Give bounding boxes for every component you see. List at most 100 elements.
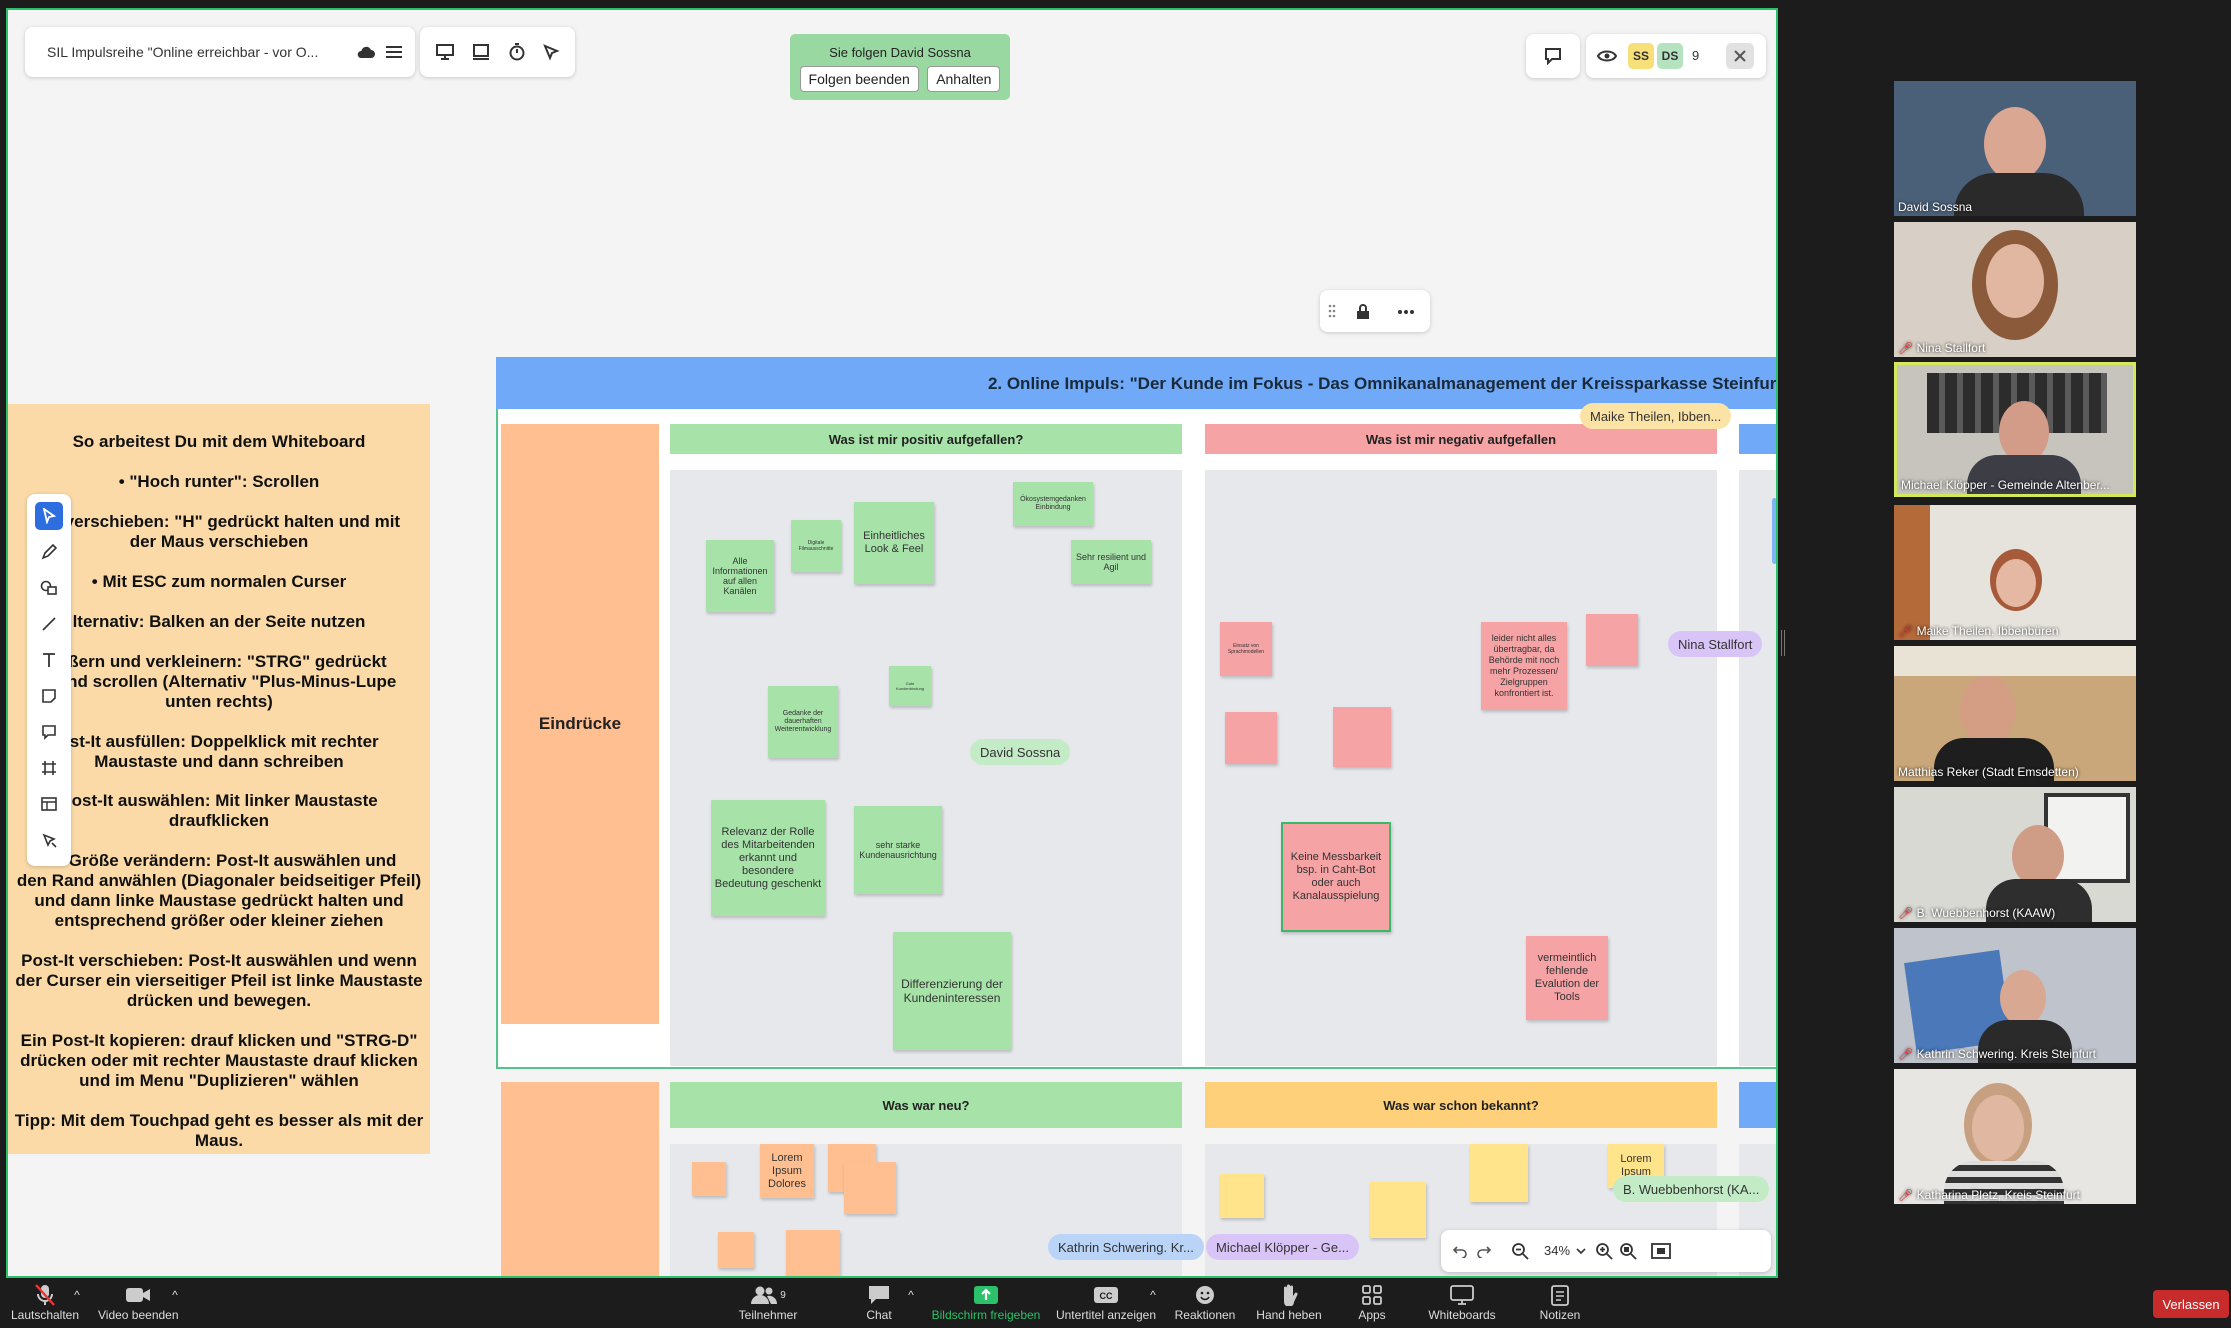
sticky-note-new[interactable] <box>718 1232 754 1268</box>
participants-button[interactable]: 9 Teilnehmer <box>730 1282 806 1322</box>
participant-tile[interactable]: 🎤︎ Katharina Pletz, Kreis Steinfurt <box>1894 1069 2136 1204</box>
sticky-note-new[interactable] <box>786 1230 840 1276</box>
apps-button[interactable]: Apps <box>1354 1282 1390 1322</box>
howto-line: der Maus verschieben <box>129 532 309 551</box>
zoom-level[interactable]: 34% <box>1544 1243 1570 1258</box>
document-title[interactable]: SIL Impulsreihe "Online erreichbar - vor… <box>47 44 318 60</box>
share-screen-icon <box>930 1282 1042 1308</box>
collaborator-count: 9 <box>1692 48 1700 63</box>
mute-options-chevron-icon[interactable]: ^ <box>70 1288 84 1302</box>
sticky-note-positive[interactable]: Gedanke der dauerhaften Weiterentwicklun… <box>768 686 838 758</box>
sticky-note-negative[interactable]: Einsatz von Sprachmodellen <box>1220 622 1272 676</box>
sticky-note-negative-selected[interactable]: Keine Messbarkeit bsp. in Caht-Bot oder … <box>1281 822 1391 932</box>
table-tool-icon[interactable] <box>35 790 63 818</box>
sticky-note-positive[interactable]: Differenzierung der Kundeninteressen <box>893 932 1011 1050</box>
negative-area[interactable] <box>1205 470 1717 1066</box>
pen-tool-icon[interactable] <box>35 538 63 566</box>
leave-button[interactable]: Verlassen <box>2153 1290 2229 1318</box>
sticky-note-negative[interactable] <box>1586 614 1638 666</box>
howto-line: h und scrollen (Alternativ "Plus-Minus-L… <box>41 672 397 691</box>
sticky-note-new[interactable] <box>844 1162 896 1214</box>
raise-hand-label: Hand heben <box>1256 1308 1322 1322</box>
sticky-note-positive[interactable]: sehr starke Kundenausrichtung <box>854 806 942 894</box>
reactions-button[interactable]: Reaktionen <box>1170 1282 1240 1322</box>
following-banner: Sie folgen David Sossna Folgen beenden A… <box>790 34 1010 100</box>
participant-tile[interactable]: 🎤︎ B. Wuebbenhorst (KAAW) <box>1894 787 2136 922</box>
select-tool-icon[interactable] <box>35 502 63 530</box>
chat-options-chevron-icon[interactable]: ^ <box>904 1288 918 1302</box>
video-options-chevron-icon[interactable]: ^ <box>168 1288 182 1302</box>
shapes-tool-icon[interactable] <box>35 574 63 602</box>
panel-resizer[interactable] <box>1781 630 1785 656</box>
whiteboard-canvas[interactable]: SIL Impulsreihe "Online erreichbar - vor… <box>6 8 1778 1278</box>
lock-icon[interactable] <box>1352 301 1374 323</box>
whiteboards-button[interactable]: Whiteboards <box>1424 1282 1500 1322</box>
participant-tile[interactable]: Matthias Reker (Stadt Emsdetten) <box>1894 646 2136 781</box>
frame-tool-icon[interactable] <box>35 754 63 782</box>
redo-icon[interactable] <box>1473 1240 1495 1262</box>
stop-following-button[interactable]: Folgen beenden <box>799 66 919 92</box>
participant-tile-active-speaker[interactable]: Michael Klöpper - Gemeinde Altenber... <box>1894 362 2136 497</box>
howto-panel[interactable]: So arbeitest Du mit dem Whiteboard • "Ho… <box>8 404 430 1154</box>
sticky-note-known[interactable] <box>1470 1144 1528 1202</box>
sticky-note-new[interactable]: Lorem Ipsum Dolores <box>760 1144 814 1198</box>
sticky-note-positive[interactable]: Relevanz der Rolle des Mitarbeitenden er… <box>711 800 825 916</box>
sticky-note-positive[interactable]: Sehr resilient und Agil <box>1071 540 1151 584</box>
sticky-note-negative[interactable] <box>1225 712 1277 764</box>
comment-card[interactable] <box>1526 34 1580 78</box>
participant-tile[interactable]: David Sossna <box>1894 81 2136 216</box>
sticky-note-known[interactable] <box>1220 1174 1264 1218</box>
participant-name: 🎤︎ Katharina Pletz, Kreis Steinfurt <box>1898 1188 2080 1202</box>
sticky-note-negative[interactable] <box>1333 707 1391 767</box>
pause-following-button[interactable]: Anhalten <box>927 66 1001 92</box>
avatar-ds[interactable]: DS <box>1657 43 1683 69</box>
more-tools-icon[interactable] <box>35 826 63 854</box>
participant-tile[interactable]: 🎤︎ Maike Theilen, Ibbenbüren <box>1894 505 2136 640</box>
participant-tile[interactable]: 🎤︎ Kathrin Schwering. Kreis Steinfurt <box>1894 928 2136 1063</box>
comment-icon[interactable] <box>1544 47 1562 65</box>
captions-button[interactable]: CC Untertitel anzeigen <box>1054 1282 1158 1322</box>
zoom-out-icon[interactable] <box>1509 1240 1531 1262</box>
follow-pointer-icon[interactable] <box>540 41 562 63</box>
sticky-note-positive[interactable]: Ökosystemgedanken Einbindung <box>1013 482 1093 526</box>
share-screen-button[interactable]: Bildschirm freigeben <box>930 1282 1042 1322</box>
minimap-icon[interactable] <box>1649 1240 1673 1262</box>
text-tool-icon[interactable] <box>35 646 63 674</box>
sticky-note-tool-icon[interactable] <box>35 682 63 710</box>
present-icon[interactable] <box>434 41 456 63</box>
chat-button[interactable]: Chat <box>856 1282 902 1322</box>
raise-hand-button[interactable]: Hand heben <box>1252 1282 1326 1322</box>
muted-mic-icon: 🎤︎ <box>1898 906 1917 920</box>
whiteboard-tool-palette <box>27 494 71 866</box>
visibility-icon[interactable] <box>1596 45 1618 67</box>
sticky-note-positive[interactable]: Einheitliches Look & Feel <box>854 502 934 584</box>
cloud-icon[interactable] <box>355 41 377 63</box>
avatar-ss[interactable]: SS <box>1628 43 1654 69</box>
sticky-note-positive[interactable]: Gute Kundenbindung <box>889 666 931 706</box>
sticky-note-new[interactable] <box>692 1162 726 1196</box>
sticky-note-negative[interactable]: vermeintlich fehlende Evalution der Tool… <box>1526 936 1608 1020</box>
chevron-down-icon[interactable] <box>1574 1242 1588 1260</box>
notes-button[interactable]: Notizen <box>1536 1282 1584 1322</box>
participants-count: 9 <box>780 1289 786 1301</box>
participant-tile[interactable]: 🎤︎ Nina Stallfort <box>1894 222 2136 357</box>
sticky-note-positive[interactable]: Alle Informationen auf allen Kanälen <box>706 540 774 612</box>
drag-handle-icon[interactable] <box>1326 302 1338 320</box>
sticky-note-positive[interactable]: Digitale Filmausschnitte <box>791 520 841 572</box>
close-icon[interactable] <box>1726 43 1754 69</box>
comment-tool-icon[interactable] <box>35 718 63 746</box>
menu-icon[interactable] <box>383 41 405 63</box>
undo-icon[interactable] <box>1449 1240 1471 1262</box>
sticky-note-negative[interactable]: leider nicht alles übertragbar, da Behör… <box>1481 622 1567 710</box>
captions-options-chevron-icon[interactable]: ^ <box>1146 1288 1160 1302</box>
more-options-icon[interactable] <box>1394 301 1418 323</box>
fit-to-screen-icon[interactable] <box>1617 1240 1639 1262</box>
sticky-note-known[interactable] <box>1370 1182 1426 1238</box>
export-icon[interactable] <box>470 41 492 63</box>
line-tool-icon[interactable] <box>35 610 63 638</box>
timer-icon[interactable] <box>506 41 528 63</box>
stop-video-button[interactable]: Video beenden <box>98 1282 179 1322</box>
scrollbar[interactable] <box>1772 498 1776 564</box>
zoom-controls: 34% <box>1441 1230 1771 1272</box>
zoom-in-icon[interactable] <box>1593 1240 1615 1262</box>
